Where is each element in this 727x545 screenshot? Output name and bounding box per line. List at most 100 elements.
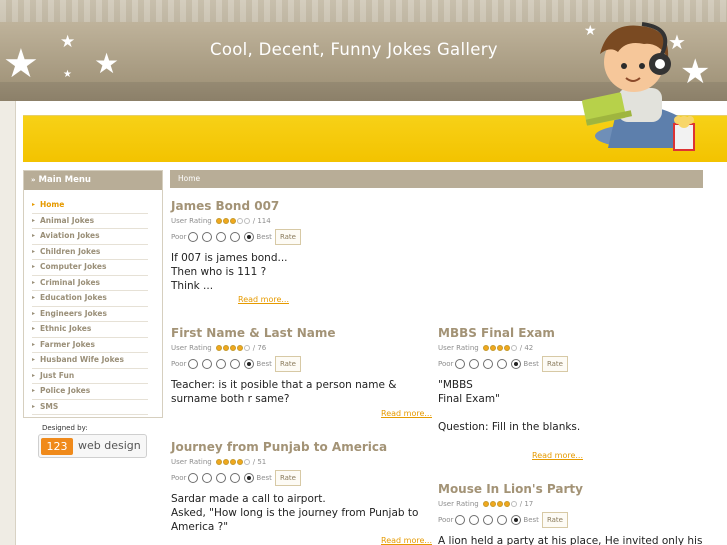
best-label: Best <box>523 516 539 524</box>
sidebar-item-just-fun[interactable]: ▸ Just Fun <box>32 369 148 384</box>
joke-title[interactable]: MBBS Final Exam <box>438 326 580 340</box>
sidebar-item-sms[interactable]: ▸ SMS <box>32 400 148 415</box>
read-more-link[interactable]: Read more... <box>381 536 432 545</box>
rating-star-icon <box>482 501 489 507</box>
rating-stars <box>215 345 251 351</box>
rating-star-icon <box>222 345 229 351</box>
joke-article: Journey from Punjab to America User Rati… <box>171 440 418 534</box>
rating-stars <box>215 218 251 224</box>
joke-title[interactable]: First Name & Last Name <box>171 326 396 340</box>
sidebar-item-children-jokes[interactable]: ▸ Children Jokes <box>32 245 148 260</box>
sidebar-item-aviation-jokes[interactable]: ▸ Aviation Jokes <box>32 229 148 245</box>
web-design-badge[interactable]: 123 web design <box>38 434 147 458</box>
designed-by-label: Designed by: <box>42 424 88 432</box>
rating-radio[interactable] <box>469 359 480 369</box>
bullet-arrow-icon: ▸ <box>32 371 36 379</box>
rating-radio[interactable] <box>244 473 255 483</box>
rate-button[interactable]: Rate <box>274 470 301 486</box>
joke-text-line: surname both r same? <box>171 393 290 405</box>
rating-radio[interactable] <box>497 359 508 369</box>
rating-radio[interactable] <box>483 359 494 369</box>
read-more-link[interactable]: Read more... <box>381 409 432 418</box>
rating-radio[interactable] <box>469 515 480 525</box>
rate-form: Poor Best Rate <box>171 356 396 372</box>
sidebar-item-label: Aviation Jokes <box>40 231 100 240</box>
sidebar-item-animal-jokes[interactable]: ▸ Animal Jokes <box>32 214 148 229</box>
rating-radio[interactable] <box>216 232 227 242</box>
read-more-link[interactable]: Read more... <box>532 451 583 460</box>
rating-star-icon <box>215 218 222 224</box>
user-rating-label: User Rating <box>438 500 479 508</box>
sidebar-item-home[interactable]: ▸ Home <box>32 198 148 214</box>
rating-radio[interactable] <box>202 473 213 483</box>
rating-radio[interactable] <box>230 359 241 369</box>
sidebar-item-farmer-jokes[interactable]: ▸ Farmer Jokes <box>32 338 148 353</box>
sidebar-item-education-jokes[interactable]: ▸ Education Jokes <box>32 291 148 307</box>
rating-radio[interactable] <box>230 232 241 242</box>
rating-radio[interactable] <box>202 359 213 369</box>
sidebar-item-engineers-jokes[interactable]: ▸ Engineers Jokes <box>32 307 148 322</box>
rating-radio[interactable] <box>188 232 199 242</box>
rate-button[interactable]: Rate <box>274 229 301 245</box>
joke-article: First Name & Last Name User Rating / 76 … <box>171 326 396 406</box>
best-label: Best <box>256 360 272 368</box>
bullet-arrow-icon: ▸ <box>32 387 36 394</box>
rating-star-icon <box>503 501 510 507</box>
rating-radio[interactable] <box>188 359 199 369</box>
rate-button[interactable]: Rate <box>541 356 568 372</box>
joke-title[interactable]: James Bond 007 <box>171 199 301 213</box>
rating-stars <box>215 459 251 465</box>
sidebar-item-label: Just Fun <box>40 370 75 380</box>
sidebar-item-husband-wife-jokes[interactable]: ▸ Husband Wife Jokes <box>32 353 148 369</box>
rating-radio[interactable] <box>511 359 522 369</box>
poor-label: Poor <box>171 360 187 368</box>
sidebar-item-label: Husband Wife Jokes <box>40 355 124 364</box>
sidebar-item-computer-jokes[interactable]: ▸ Computer Jokes <box>32 260 148 276</box>
sidebar-item-ethnic-jokes[interactable]: ▸ Ethnic Jokes <box>32 322 148 338</box>
rating-radio[interactable] <box>497 515 508 525</box>
rating-star-icon <box>496 501 503 507</box>
poor-label: Poor <box>171 233 187 241</box>
sidebar-menu-list: ▸ Home ▸ Animal Jokes ▸ Aviation Jokes ▸ Chi… <box>24 190 162 415</box>
read-more-link[interactable]: Read more... <box>238 295 289 304</box>
user-rating: User Rating / 42 <box>438 344 580 352</box>
sidebar-item-criminal-jokes[interactable]: ▸ Criminal Jokes <box>32 276 148 291</box>
star-icon: ★ <box>63 69 72 80</box>
rating-radio[interactable] <box>455 359 466 369</box>
rating-radio[interactable] <box>483 515 494 525</box>
rating-radio[interactable] <box>511 515 522 525</box>
joke-body: A lion held a party at his place, He inv… <box>438 534 702 545</box>
breadcrumb-home[interactable]: Home <box>178 174 200 183</box>
sidebar-item-police-jokes[interactable]: ▸ Police Jokes <box>32 384 148 400</box>
rating-radio[interactable] <box>202 232 213 242</box>
rating-radio[interactable] <box>455 515 466 525</box>
user-rating: User Rating / 51 <box>171 458 418 466</box>
joke-title[interactable]: Mouse In Lion's Party <box>438 482 702 496</box>
bullet-arrow-icon: ▸ <box>32 216 36 224</box>
rating-star-icon <box>229 345 236 351</box>
rating-radio[interactable] <box>216 473 227 483</box>
sidebar-main-menu: » Main Menu ▸ Home ▸ Animal Jokes ▸ Aviation… <box>23 170 163 418</box>
joke-text-line: Asked, "How long is the journey from Pun… <box>171 507 419 519</box>
rate-form: Poor Best Rate <box>171 229 301 245</box>
rating-star-icon <box>229 459 236 465</box>
rate-form: Poor Best Rate <box>438 512 702 528</box>
joke-title[interactable]: Journey from Punjab to America <box>171 440 418 454</box>
rate-button[interactable]: Rate <box>541 512 568 528</box>
star-icon: ★ <box>60 32 76 52</box>
joke-article: James Bond 007 User Rating / 114 Poor Be… <box>171 199 301 293</box>
rating-star-icon <box>482 345 489 351</box>
sidebar-item-label: Animal Jokes <box>40 215 95 225</box>
user-rating: User Rating / 76 <box>171 344 396 352</box>
rating-radio[interactable] <box>244 359 255 369</box>
sidebar-item-label: SMS <box>40 401 59 411</box>
star-icon: ★ <box>94 47 120 80</box>
bullet-arrow-icon: ▸ <box>32 263 36 270</box>
rating-star-icon <box>243 459 250 465</box>
rating-radio[interactable] <box>188 473 199 483</box>
rating-radio[interactable] <box>244 232 255 242</box>
rating-radio[interactable] <box>230 473 241 483</box>
rate-button[interactable]: Rate <box>274 356 301 372</box>
joke-article: Mouse In Lion's Party User Rating / 17 P… <box>438 482 702 545</box>
rating-radio[interactable] <box>216 359 227 369</box>
